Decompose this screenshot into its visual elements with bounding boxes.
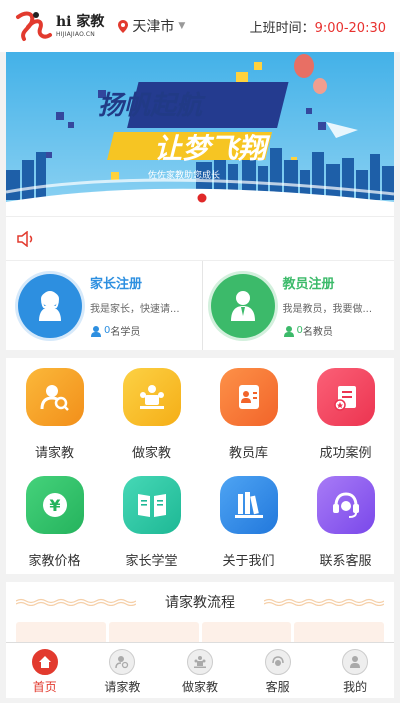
teacher-count-unit: 名教员	[302, 327, 333, 338]
chevron-down-icon: ▼	[178, 21, 186, 31]
grid-item-contact-support[interactable]: 联系客服	[297, 466, 394, 574]
book-icon	[122, 476, 181, 534]
grid-item-label: 联系客服	[319, 554, 372, 569]
headset-icon	[316, 476, 375, 534]
logo-name: hi 家教	[56, 13, 105, 30]
location-pin-icon	[118, 19, 129, 33]
grid-item-label: 教员库	[228, 446, 268, 461]
parent-register-card[interactable]: 家长注册 我是家长，快速请... 0 名学员	[6, 261, 202, 350]
nav-home[interactable]: 首页	[6, 643, 84, 698]
teacher-register-card[interactable]: 教员注册 我是教员，我要做... 0 名教员	[201, 261, 395, 350]
nav-label: 客服	[265, 680, 290, 694]
promo-banner[interactable]: 扬帆起航 让梦飞翔 佐佐家教助您成长	[6, 52, 394, 216]
grid-item-price[interactable]: ¥ 家教价格	[6, 466, 103, 574]
student-count-unit: 名学员	[110, 327, 141, 338]
process-step	[201, 622, 292, 642]
bottom-nav: 首页 请家教 做家教 客服 我的	[6, 642, 394, 698]
nav-support[interactable]: 客服	[239, 643, 317, 698]
teaching-icon	[186, 649, 213, 675]
nav-profile[interactable]: 我的	[316, 643, 394, 698]
banner-ribbon: 佐佐家教助您成长	[148, 169, 220, 181]
process-section: 请家教流程	[6, 582, 394, 642]
grid-item-find-tutor[interactable]: 请家教	[6, 358, 103, 466]
parent-register-desc: 我是家长，快速请...	[90, 304, 180, 315]
support-icon	[264, 649, 291, 675]
feature-grid: 请家教 做家教 教员库 成功案例 ¥ 家教价格 家长学堂 关于我们 联系客服	[6, 358, 394, 574]
person-search-icon	[109, 649, 136, 675]
grid-item-label: 成功案例	[319, 446, 372, 461]
grid-item-about-us[interactable]: 关于我们	[200, 466, 297, 574]
teacher-count: 0 名教员	[283, 323, 383, 338]
nav-label: 首页	[32, 680, 57, 694]
home-icon	[31, 649, 58, 675]
teacher-register-desc: 我是教员，我要做...	[282, 304, 373, 315]
home-page: hi 家教 HIJIAJIAO.CN 天津市 ▼ 上班时间：9:00-20:30	[0, 0, 400, 703]
process-step	[16, 622, 106, 642]
process-step	[294, 622, 384, 642]
nav-be-tutor[interactable]: 做家教	[161, 643, 239, 698]
teaching-icon	[122, 368, 181, 426]
hours-value: 9:00-20:30	[314, 20, 386, 36]
id-card-icon	[219, 368, 278, 426]
nav-label: 请家教	[104, 680, 141, 694]
process-step	[108, 622, 199, 642]
grid-item-label: 请家教	[34, 446, 74, 461]
banner-headline-right: 让梦飞翔	[154, 132, 271, 165]
nav-find-tutor[interactable]: 请家教	[84, 643, 162, 698]
city-selector[interactable]: 天津市 ▼	[118, 16, 185, 36]
nav-label: 做家教	[181, 680, 218, 694]
logo-domain: HIJIAJIAO.CN	[56, 30, 95, 38]
books-shelf-icon	[219, 476, 278, 534]
slide-indicator-dot[interactable]	[197, 193, 207, 203]
svg-text:¥: ¥	[49, 496, 60, 515]
profile-icon	[342, 649, 369, 675]
grid-item-label: 家长学堂	[125, 554, 178, 569]
grid-item-label: 关于我们	[222, 554, 275, 569]
process-steps	[16, 622, 384, 642]
logo-mark-icon	[14, 9, 54, 43]
parent-register-title: 家长注册	[90, 277, 143, 292]
banner-headline-left: 扬帆起航	[98, 91, 206, 121]
grid-item-label: 家教价格	[28, 554, 81, 569]
person-search-icon	[25, 368, 84, 426]
grid-item-be-tutor[interactable]: 做家教	[103, 358, 200, 466]
register-section: 家长注册 我是家长，快速请... 0 名学员 教员注册 我是教员，我要做... …	[6, 260, 394, 350]
hours-label: 上班时间：	[249, 20, 315, 36]
speaker-icon	[17, 230, 33, 247]
grid-item-parent-school[interactable]: 家长学堂	[103, 466, 200, 574]
parent-user-icon	[18, 273, 82, 338]
student-icon	[91, 325, 101, 337]
yuan-icon: ¥	[25, 476, 84, 534]
top-header: hi 家教 HIJIAJIAO.CN 天津市 ▼ 上班时间：9:00-20:30	[0, 0, 400, 52]
award-icon	[316, 368, 375, 426]
nav-label: 我的	[343, 680, 368, 694]
student-count: 0 名学员	[90, 323, 190, 338]
notice-bar[interactable]	[6, 216, 394, 260]
teacher-small-icon	[283, 325, 294, 337]
teacher-user-icon	[210, 273, 275, 338]
grid-item-label: 做家教	[131, 446, 171, 461]
city-name: 天津市	[132, 19, 175, 35]
right-wave-decoration	[264, 598, 384, 606]
office-hours: 上班时间：9:00-20:30	[250, 17, 386, 36]
teacher-register-title: 教员注册	[282, 277, 335, 292]
site-logo[interactable]: hi 家教 HIJIAJIAO.CN	[14, 9, 104, 43]
grid-item-success-cases[interactable]: 成功案例	[297, 358, 394, 466]
grid-item-teacher-library[interactable]: 教员库	[200, 358, 297, 466]
